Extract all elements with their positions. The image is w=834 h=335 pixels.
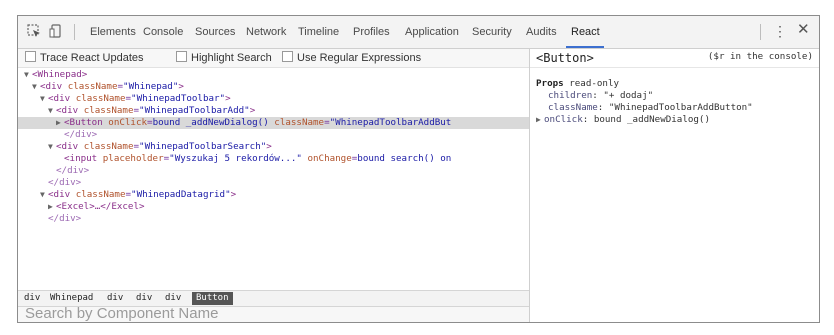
tree-row[interactable]: ▼ <div className="WhinepadDatagrid"> <box>18 189 529 201</box>
tree-row[interactable]: ▶ <Excel>…</Excel> <box>18 201 529 213</box>
tree-row: </div> <box>64 129 98 140</box>
search-placeholder: Search by Component Name <box>25 305 219 322</box>
props-header: <Button> ($r in the console) <box>530 49 819 68</box>
expanded-triangle-icon[interactable]: ▼ <box>24 69 32 81</box>
regex-checkbox[interactable]: Use Regular Expressions <box>282 51 421 65</box>
toolbar-divider <box>74 24 75 40</box>
tree-row[interactable]: ▼ <div className="Whinepad"> <box>18 81 529 93</box>
close-icon[interactable]: ✕ <box>797 22 810 38</box>
collapsed-triangle-icon[interactable]: ▶ <box>56 117 64 129</box>
tree-row[interactable]: ▼ <div className="WhinepadToolbar"> <box>18 93 529 105</box>
breadcrumb-item[interactable]: div <box>22 292 42 305</box>
expanded-triangle-icon[interactable]: ▼ <box>32 81 40 93</box>
highlight-search-label: Highlight Search <box>191 52 272 64</box>
component-tree: ▼ <Whinepad> ▼ <div className="Whinepad"> … <box>18 69 529 282</box>
regex-label: Use Regular Expressions <box>297 52 422 64</box>
breadcrumb-item[interactable]: div <box>134 292 154 305</box>
highlight-search-checkbox[interactable]: Highlight Search <box>176 51 272 65</box>
toolbar-divider <box>760 24 761 40</box>
tab-network[interactable]: Network <box>246 25 286 39</box>
tab-audits[interactable]: Audits <box>526 25 557 39</box>
devtools-window: Elements Console Sources Network Timelin… <box>17 15 820 323</box>
expanded-triangle-icon[interactable]: ▼ <box>40 93 48 105</box>
collapsed-triangle-icon[interactable]: ▶ <box>536 114 544 126</box>
tab-console[interactable]: Console <box>143 25 183 39</box>
breadcrumb-item[interactable]: Whinepad <box>48 292 95 305</box>
tree-row[interactable]: <input placeholder="Wyszukaj 5 rekordów.… <box>18 153 529 165</box>
tab-profiles[interactable]: Profiles <box>353 25 390 39</box>
collapsed-triangle-icon[interactable]: ▶ <box>48 201 56 213</box>
more-options-icon[interactable]: ⋮ <box>773 23 787 39</box>
tab-react[interactable]: React <box>571 25 600 39</box>
component-search-input[interactable]: Search by Component Name <box>18 305 529 322</box>
tab-elements[interactable]: Elements <box>90 25 136 39</box>
expanded-triangle-icon[interactable]: ▼ <box>48 105 56 117</box>
device-toolbar-icon[interactable] <box>49 24 63 38</box>
props-pane: <Button> ($r in the console) Props read-… <box>530 49 819 322</box>
tree-row[interactable]: ▼ <Whinepad> <box>18 69 529 81</box>
tree-row: </div> <box>48 177 82 188</box>
tree-row-selected[interactable]: ▶ <Button onClick=bound _addNewDialog() c… <box>18 117 529 129</box>
breadcrumb-item[interactable]: div <box>105 292 125 305</box>
active-tab-indicator <box>566 46 604 48</box>
trace-updates-label: Trace React Updates <box>40 52 144 64</box>
inspect-element-icon[interactable] <box>27 24 41 38</box>
expanded-triangle-icon[interactable]: ▼ <box>48 141 56 153</box>
props-list: Props read-only children: "+ dodaj" clas… <box>536 78 753 126</box>
tab-sources[interactable]: Sources <box>195 25 235 39</box>
tree-row[interactable]: ▼ <div className="WhinepadToolbarAdd"> <box>18 105 529 117</box>
breadcrumb-item[interactable]: div <box>163 292 183 305</box>
tab-timeline[interactable]: Timeline <box>298 25 339 39</box>
tree-row[interactable]: ▼ <div className="WhinepadToolbarSearch"> <box>18 141 529 153</box>
prop-row[interactable]: ▶ onClick: bound _addNewDialog() <box>536 114 753 126</box>
prop-row[interactable]: className: "WhinepadToolbarAddButton" <box>536 102 753 114</box>
react-options-bar: Trace React Updates Highlight Search Use… <box>18 49 529 68</box>
expanded-triangle-icon[interactable]: ▼ <box>40 189 48 201</box>
props-label: Props <box>536 78 564 89</box>
breadcrumb-item-active[interactable]: Button <box>192 292 233 305</box>
tab-application[interactable]: Application <box>405 25 459 39</box>
tab-security[interactable]: Security <box>472 25 512 39</box>
props-note: read-only <box>569 78 620 89</box>
prop-row[interactable]: children: "+ dodaj" <box>536 90 753 102</box>
react-tree-pane: Trace React Updates Highlight Search Use… <box>18 49 530 322</box>
tree-row: </div> <box>56 165 90 176</box>
selected-component-name: <Button> <box>536 51 594 65</box>
console-hint: ($r in the console) <box>707 51 813 62</box>
trace-updates-checkbox[interactable]: Trace React Updates <box>25 51 144 65</box>
devtools-tabbar: Elements Console Sources Network Timelin… <box>18 16 819 49</box>
tree-row: </div> <box>48 213 82 224</box>
